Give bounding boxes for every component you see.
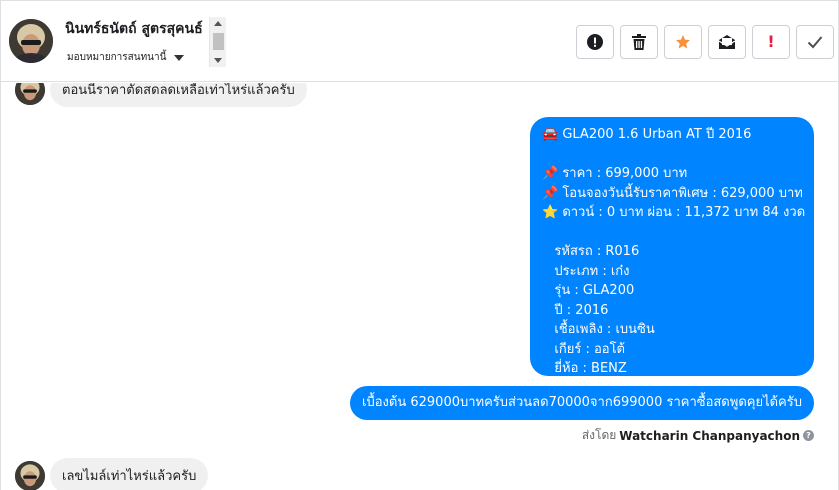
sent-by-label: ส่งโดย xyxy=(581,428,617,442)
name-scrollbar[interactable] xyxy=(209,17,226,67)
conversation-header: นินทร์ธนัตถ์ สูตรสุคนธ์ มอบหมายการสนทนาน… xyxy=(1,0,838,82)
star-button[interactable] xyxy=(664,25,702,59)
mark-spam-button[interactable] xyxy=(576,25,614,59)
assign-label: มอบหมายการสนทนานี้ xyxy=(67,52,167,63)
incoming-message: เลขไมล์เท่าไหร่แล้วครับ xyxy=(15,458,209,490)
message-thread[interactable]: ตอนนี้ราคาตัดสดลดเหลือเท่าไหร่แล้วครับ 🚘… xyxy=(1,83,838,490)
conversation-toolbar: ! xyxy=(576,25,834,59)
price-message-bubble[interactable]: เบื้องต้น 629000บาทครับส่วนลด70000จาก699… xyxy=(350,386,814,420)
exclamation-circle-icon xyxy=(587,34,603,50)
sender-name: Watcharin Chanpanyachon xyxy=(619,428,800,443)
mark-done-button[interactable] xyxy=(796,25,834,59)
caret-down-icon xyxy=(174,54,185,61)
delete-button[interactable] xyxy=(620,25,658,59)
exclamation-icon: ! xyxy=(767,32,775,51)
scroll-up-icon[interactable] xyxy=(214,21,222,26)
scroll-thumb[interactable] xyxy=(213,33,224,50)
avatar[interactable] xyxy=(9,19,53,63)
contact-name[interactable]: นินทร์ธนัตถ์ สูตรสุคนธ์ xyxy=(65,18,203,40)
star-icon xyxy=(676,35,690,49)
sent-by-info: ส่งโดย Watcharin Chanpanyachon ? xyxy=(582,426,814,445)
avatar[interactable] xyxy=(15,83,45,105)
listing-message-bubble[interactable]: 🚘 GLA200 1.6 Urban AT ปี 2016 📌 ราคา : 6… xyxy=(530,117,814,376)
incoming-message: ตอนนี้ราคาตัดสดลดเหลือเท่าไหร่แล้วครับ xyxy=(15,83,307,107)
assign-conversation-dropdown[interactable]: มอบหมายการสนทนานี้ xyxy=(67,50,185,65)
inbox-conversation: นินทร์ธนัตถ์ สูตรสุคนธ์ มอบหมายการสนทนาน… xyxy=(0,0,839,490)
message-bubble[interactable]: เลขไมล์เท่าไหร่แล้วครับ xyxy=(50,458,209,490)
follow-up-button[interactable]: ! xyxy=(752,25,790,59)
avatar[interactable] xyxy=(15,460,45,490)
help-icon[interactable]: ? xyxy=(803,430,814,441)
checkmark-icon xyxy=(807,36,823,49)
scroll-down-icon[interactable] xyxy=(214,58,222,63)
mark-unread-button[interactable] xyxy=(708,25,746,59)
envelope-icon xyxy=(718,35,736,49)
trash-icon xyxy=(632,34,646,50)
message-bubble[interactable]: ตอนนี้ราคาตัดสดลดเหลือเท่าไหร่แล้วครับ xyxy=(50,83,307,107)
